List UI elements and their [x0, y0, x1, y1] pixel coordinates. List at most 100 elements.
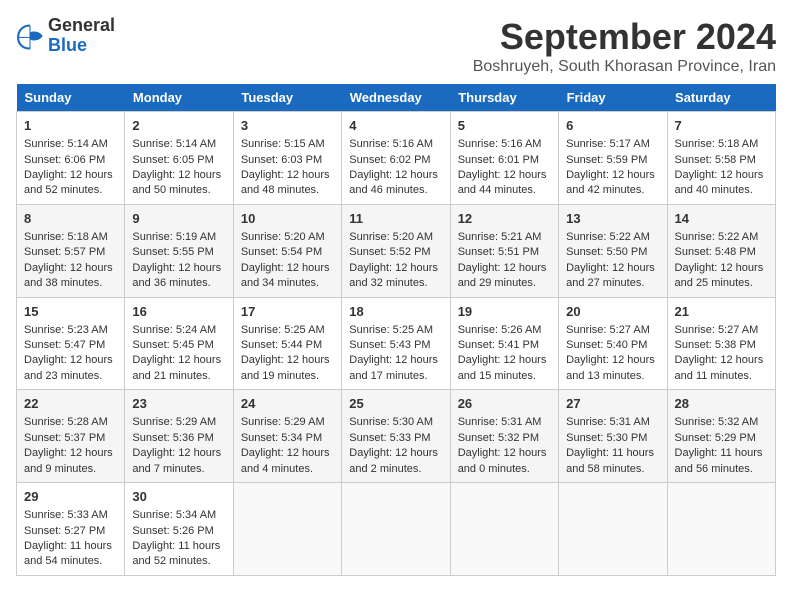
day-info: Daylight: 12 hours [566, 353, 659, 368]
day-info: and 36 minutes. [132, 276, 225, 291]
day-info: and 21 minutes. [132, 369, 225, 384]
day-info: Daylight: 12 hours [458, 168, 551, 183]
day-info: Daylight: 12 hours [458, 353, 551, 368]
day-info: Daylight: 12 hours [566, 168, 659, 183]
day-info: Sunset: 5:38 PM [675, 338, 768, 353]
calendar-cell: 17Sunrise: 5:25 AMSunset: 5:44 PMDayligh… [233, 297, 341, 390]
header-wednesday: Wednesday [342, 84, 450, 112]
day-info: Sunset: 5:50 PM [566, 245, 659, 260]
day-info: Daylight: 12 hours [675, 353, 768, 368]
calendar-cell: 11 Sunrise: 5:20 AMSunset: 5:52 PMDayligh… [342, 204, 450, 297]
day-info: Sunset: 6:02 PM [349, 153, 442, 168]
calendar-cell: 21Sunrise: 5:27 AMSunset: 5:38 PMDayligh… [667, 297, 775, 390]
day-info: Daylight: 12 hours [241, 446, 334, 461]
day-info: Sunrise: 5:31 AM [566, 415, 659, 430]
day-info: Sunrise: 5:33 AM [24, 508, 117, 523]
day-info: and 58 minutes. [566, 462, 659, 477]
day-info: Sunrise: 5:28 AM [24, 415, 117, 430]
day-number: 11 [349, 210, 442, 228]
day-info: Sunrise: 5:27 AM [566, 323, 659, 338]
day-number: 15 [24, 303, 117, 321]
day-info: Sunset: 6:06 PM [24, 153, 117, 168]
calendar-cell: 5 Sunrise: 5:16 AMSunset: 6:01 PMDaylight… [450, 112, 558, 205]
day-info: and 46 minutes. [349, 183, 442, 198]
day-info: Sunset: 5:45 PM [132, 338, 225, 353]
day-info: Sunrise: 5:29 AM [241, 415, 334, 430]
day-info: Sunset: 5:47 PM [24, 338, 117, 353]
day-info: and 27 minutes. [566, 276, 659, 291]
day-info: Sunset: 5:40 PM [566, 338, 659, 353]
day-info: and 38 minutes. [24, 276, 117, 291]
calendar-cell: 18Sunrise: 5:25 AMSunset: 5:43 PMDayligh… [342, 297, 450, 390]
day-info: Sunrise: 5:16 AM [349, 137, 442, 152]
day-info: Sunrise: 5:30 AM [349, 415, 442, 430]
calendar-cell: 19Sunrise: 5:26 AMSunset: 5:41 PMDayligh… [450, 297, 558, 390]
calendar-cell: 7Sunrise: 5:18 AMSunset: 5:58 PMDaylight… [667, 112, 775, 205]
day-info: Sunset: 6:01 PM [458, 153, 551, 168]
day-info: and 54 minutes. [24, 554, 117, 569]
day-info: and 7 minutes. [132, 462, 225, 477]
day-info: Daylight: 11 hours [675, 446, 768, 461]
day-info: Sunrise: 5:16 AM [458, 137, 551, 152]
day-info: Sunset: 5:59 PM [566, 153, 659, 168]
day-info: Sunset: 5:55 PM [132, 245, 225, 260]
header-friday: Friday [559, 84, 667, 112]
day-number: 4 [349, 117, 442, 135]
day-info: Sunset: 5:51 PM [458, 245, 551, 260]
day-info: Sunset: 5:48 PM [675, 245, 768, 260]
calendar-cell: 22Sunrise: 5:28 AMSunset: 5:37 PMDayligh… [17, 390, 125, 483]
calendar-cell: 8Sunrise: 5:18 AMSunset: 5:57 PMDaylight… [17, 204, 125, 297]
day-info: Daylight: 11 hours [24, 539, 117, 554]
day-info: Daylight: 12 hours [349, 261, 442, 276]
days-header-row: Sunday Monday Tuesday Wednesday Thursday… [17, 84, 776, 112]
calendar-cell: 13Sunrise: 5:22 AMSunset: 5:50 PMDayligh… [559, 204, 667, 297]
day-info: Sunset: 5:26 PM [132, 524, 225, 539]
day-info: Sunrise: 5:22 AM [566, 230, 659, 245]
day-info: and 15 minutes. [458, 369, 551, 384]
day-number: 5 [458, 117, 551, 135]
day-info: Sunset: 5:52 PM [349, 245, 442, 260]
day-info: and 9 minutes. [24, 462, 117, 477]
day-info: and 32 minutes. [349, 276, 442, 291]
day-info: Sunrise: 5:19 AM [132, 230, 225, 245]
day-info: Daylight: 12 hours [132, 261, 225, 276]
day-info: Sunset: 5:37 PM [24, 431, 117, 446]
logo: General Blue [16, 16, 115, 56]
header-thursday: Thursday [450, 84, 558, 112]
day-number: 30 [132, 488, 225, 506]
day-info: Daylight: 12 hours [24, 168, 117, 183]
day-number: 1 [24, 117, 117, 135]
day-info: and 42 minutes. [566, 183, 659, 198]
calendar-cell: 1Sunrise: 5:14 AMSunset: 6:06 PMDaylight… [17, 112, 125, 205]
day-info: Daylight: 12 hours [241, 168, 334, 183]
day-info: Sunset: 5:34 PM [241, 431, 334, 446]
calendar-cell: 27Sunrise: 5:31 AMSunset: 5:30 PMDayligh… [559, 390, 667, 483]
day-info: Sunset: 5:33 PM [349, 431, 442, 446]
day-info: Sunset: 5:29 PM [675, 431, 768, 446]
day-info: Daylight: 11 hours [132, 539, 225, 554]
day-info: Daylight: 12 hours [458, 446, 551, 461]
logo-icon [16, 22, 44, 50]
calendar-cell: 23Sunrise: 5:29 AMSunset: 5:36 PMDayligh… [125, 390, 233, 483]
day-number: 17 [241, 303, 334, 321]
day-info: Sunrise: 5:32 AM [675, 415, 768, 430]
week-row-5: 29Sunrise: 5:33 AMSunset: 5:27 PMDayligh… [17, 483, 776, 576]
day-info: Sunrise: 5:34 AM [132, 508, 225, 523]
day-info: Sunset: 5:58 PM [675, 153, 768, 168]
day-info: Sunrise: 5:20 AM [349, 230, 442, 245]
day-info: Sunset: 5:27 PM [24, 524, 117, 539]
day-info: and 17 minutes. [349, 369, 442, 384]
calendar-cell: 14Sunrise: 5:22 AMSunset: 5:48 PMDayligh… [667, 204, 775, 297]
day-info: Daylight: 12 hours [458, 261, 551, 276]
day-info: Daylight: 12 hours [349, 353, 442, 368]
day-info: and 52 minutes. [132, 554, 225, 569]
day-number: 13 [566, 210, 659, 228]
day-number: 27 [566, 395, 659, 413]
month-title: September 2024 [473, 16, 776, 58]
day-info: Daylight: 12 hours [675, 261, 768, 276]
day-info: and 29 minutes. [458, 276, 551, 291]
header-saturday: Saturday [667, 84, 775, 112]
day-info: Daylight: 12 hours [24, 261, 117, 276]
day-info: Daylight: 12 hours [241, 261, 334, 276]
day-info: and 11 minutes. [675, 369, 768, 384]
